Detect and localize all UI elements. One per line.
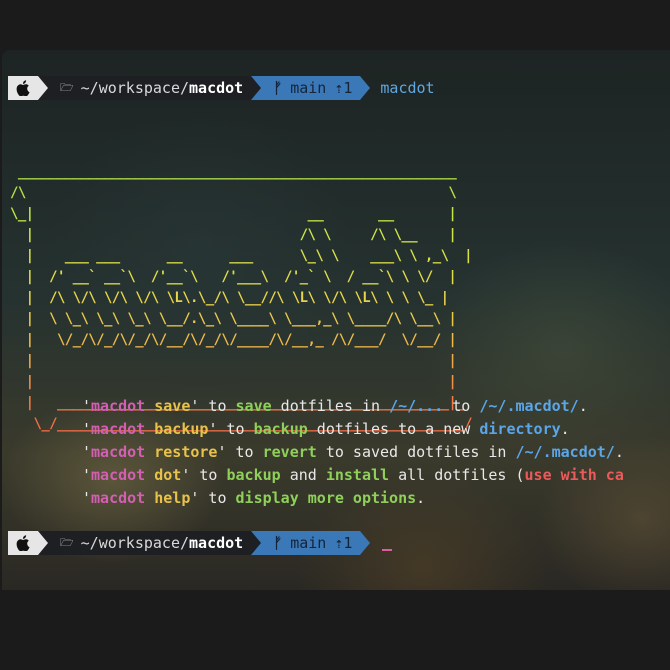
branch-name: main [290,534,327,552]
dir-prefix: ~/workspace/ [80,534,190,552]
branch-name: main [290,79,327,97]
dir-prefix: ~/workspace/ [80,79,190,97]
help-line-backup: 'macdot backup' to backup dotfiles to a … [82,420,570,438]
git-segment: ᚠ main ⇡1 [261,531,361,555]
ahead-count: ⇡1 [334,79,353,97]
dir-name: macdot [189,534,244,552]
help-line-help: 'macdot help' to display more options. [82,489,426,507]
typed-command: macdot [380,79,435,97]
directory-segment: 🗁 ~/workspace/macdot [48,531,252,555]
directory-segment: 🗁 ~/workspace/macdot [48,76,252,100]
help-line-save: 'macdot save' to save dotfiles in /~/...… [82,397,588,415]
shell-prompt-2[interactable]: 🗁 ~/workspace/macdot ᚠ main ⇡1 [8,531,393,555]
help-line-dot: 'macdot dot' to backup and install all d… [82,466,624,484]
terminal-window[interactable]: 🗁 ~/workspace/macdot ᚠ main ⇡1 macdot __… [2,50,670,590]
shell-prompt-1: 🗁 ~/workspace/macdot ᚠ main ⇡1 macdot [8,76,435,100]
apple-logo-icon [8,531,38,555]
git-branch-icon: ᚠ [273,79,283,97]
apple-logo-icon [8,76,38,100]
folder-icon: 🗁 [60,80,74,94]
git-segment: ᚠ main ⇡1 [261,76,361,100]
help-line-restore: 'macdot restore' to revert to saved dotf… [82,443,624,461]
dir-name: macdot [189,79,244,97]
ahead-count: ⇡1 [334,534,353,552]
git-branch-icon: ᚠ [273,534,283,552]
text-cursor[interactable] [382,549,393,551]
folder-icon: 🗁 [60,535,74,549]
